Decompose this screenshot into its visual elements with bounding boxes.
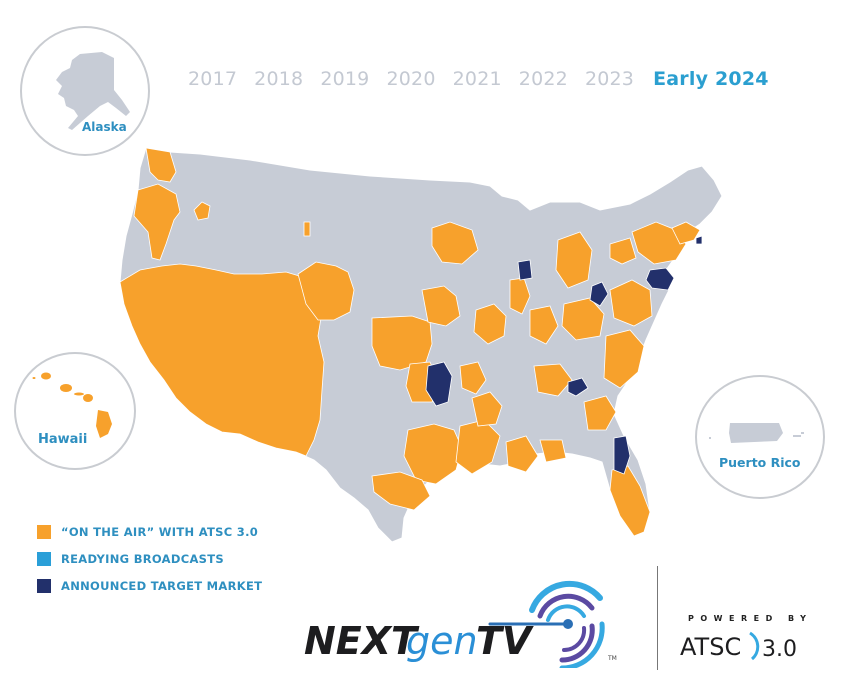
atsc-text: ATSC [680,633,741,661]
announced-providence [695,235,703,245]
year-current: Early 2024 [653,68,769,90]
legend-label-on-air: “ON THE AIR” WITH ATSC 3.0 [61,524,259,539]
hawaii-label: Hawaii [38,432,88,447]
legend-item-on-air: “ON THE AIR” WITH ATSC 3.0 [37,518,262,545]
year-2020: 2020 [386,68,436,90]
atsc-version: 3.0 [762,637,797,662]
legend-swatch-announced [37,578,51,593]
alaska-shape [56,52,130,130]
nextgen-tv-logo: NEXT gen TV TM [300,568,630,672]
timeline: 2017 2018 2019 2020 2021 2022 2023 Early… [188,68,769,90]
legend-label-announced: ANNOUNCED TARGET MARKET [61,578,263,593]
map-legend: “ON THE AIR” WITH ATSC 3.0 READYING BROA… [37,518,262,599]
logo-divider [657,566,658,670]
legend-swatch-readying [37,551,51,566]
logo-trademark: TM [607,655,617,662]
alaska-label: Alaska [82,120,127,134]
legend-item-readying: READYING BROADCASTS [37,545,262,572]
powered-by-label: POWERED BY [688,614,813,623]
year-2021: 2021 [452,68,502,90]
year-2019: 2019 [320,68,370,90]
year-2018: 2018 [254,68,304,90]
atsc-arc-icon [749,631,760,661]
logo-gen: gen [406,619,478,663]
market-west-coast [119,263,325,457]
us-market-map [119,147,723,543]
legend-label-readying: READYING BROADCASTS [61,551,224,566]
legend-item-announced: ANNOUNCED TARGET MARKET [37,572,262,599]
year-2017: 2017 [188,68,238,90]
market-kansas [371,315,433,371]
year-2023: 2023 [584,68,635,90]
announced-milwaukee [517,259,533,281]
puerto-rico-label: Puerto Rico [719,455,801,470]
market-alabama [539,439,567,463]
market-rapid-city [303,221,311,237]
year-2022: 2022 [518,68,568,90]
legend-swatch-on-air [37,524,51,539]
atsc-logo: ATSC 3.0 [680,627,810,669]
alaska-inset: Alaska [20,26,150,156]
logo-tv: TV [476,619,534,663]
logo-next: NEXT [304,619,420,663]
market-carolinas [603,329,645,389]
